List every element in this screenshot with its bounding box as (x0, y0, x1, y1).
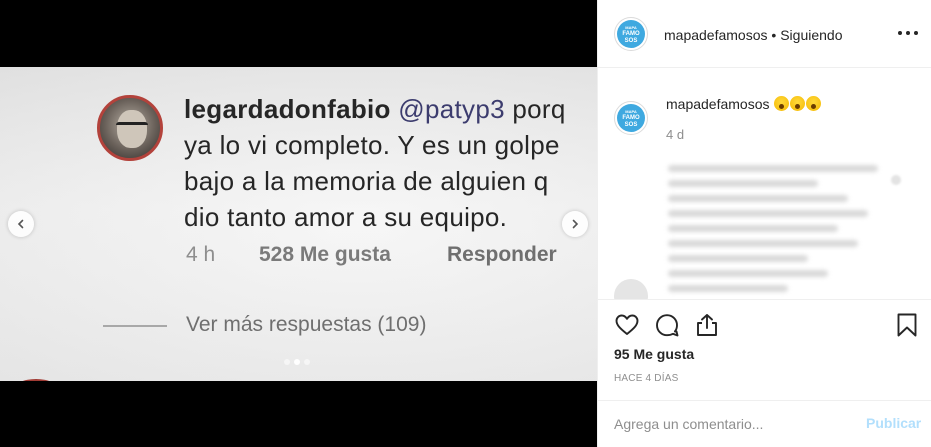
post-actions: 95 Me gusta HACE 4 DÍAS Publicar (598, 299, 931, 447)
instagram-post-view: legardadonfabio @patyp3 porq ya lo vi co… (0, 0, 931, 447)
header-username-link[interactable]: mapadefamosos (664, 27, 768, 43)
post-side-panel: MAPA FAMO SOS mapadefamosos • Siguiendo … (597, 0, 931, 447)
account-avatar[interactable]: MAPA FAMO SOS (614, 17, 648, 51)
carousel-dot (304, 359, 310, 365)
comment-button[interactable] (654, 312, 680, 338)
chevron-right-icon (572, 219, 579, 229)
photo-comment-time: 4 h (186, 243, 216, 266)
publish-button[interactable]: Publicar (866, 415, 921, 431)
carousel-prev-button[interactable] (8, 211, 34, 237)
more-options-button[interactable] (898, 25, 918, 41)
share-icon (697, 314, 717, 336)
post-header: MAPA FAMO SOS mapadefamosos • Siguiendo (598, 0, 931, 68)
header-separator: • (767, 27, 781, 43)
add-comment-bar: Publicar (598, 400, 931, 447)
caption: mapadefamosos (666, 96, 822, 112)
caption-username-link[interactable]: mapadefamosos (666, 96, 770, 112)
chevron-left-icon (17, 219, 24, 229)
photo-view-more-replies: Ver más respuestas (109) (186, 313, 427, 336)
post-photo: legardadonfabio @patyp3 porq ya lo vi co… (0, 67, 597, 381)
caption-time: 4 d (666, 127, 685, 142)
photo-comment-reply: Responder (447, 243, 557, 266)
face-screaming-icon (806, 96, 822, 111)
blurred-comment (668, 165, 888, 299)
carousel-dot-active (294, 359, 300, 365)
face-screaming-icon (790, 96, 806, 111)
caption-author-avatar[interactable]: MAPA FAMO SOS (614, 101, 648, 135)
account-logo: MAPA FAMO SOS (617, 20, 645, 48)
comment-bubble-icon (656, 314, 679, 337)
like-button[interactable] (614, 312, 640, 338)
commenter-avatar[interactable] (614, 279, 648, 299)
account-logo: MAPA FAMO SOS (617, 104, 645, 132)
bookmark-icon (897, 313, 917, 337)
heart-icon (615, 314, 639, 335)
photo-commenter-avatar (97, 95, 163, 161)
carousel-indicator (284, 359, 310, 365)
share-button[interactable] (694, 312, 720, 338)
likes-count-link[interactable]: 95 Me gusta (614, 346, 694, 362)
comments-section: MAPA FAMO SOS mapadefamosos 4 d (598, 69, 931, 299)
carousel-next-button[interactable] (562, 211, 588, 237)
header-user-line: mapadefamosos • Siguiendo (664, 27, 842, 43)
photo-comment-username: legardadonfabio (184, 94, 391, 124)
view-replies-line (103, 325, 167, 327)
photo-comment-likes: 528 Me gusta (259, 243, 391, 266)
save-button[interactable] (894, 312, 920, 338)
more-dots-icon (898, 31, 902, 35)
post-date: HACE 4 DÍAS (614, 373, 679, 384)
face-screaming-icon (774, 96, 790, 111)
following-button[interactable]: Siguiendo (780, 27, 842, 43)
photo-comment-text: legardadonfabio @patyp3 porq ya lo vi co… (184, 91, 584, 235)
photo-comment-mention: @patyp3 (398, 94, 505, 124)
post-media: legardadonfabio @patyp3 porq ya lo vi co… (0, 0, 597, 447)
comment-input[interactable] (614, 413, 844, 435)
blurred-like-icon (891, 175, 901, 185)
carousel-dot (284, 359, 290, 365)
